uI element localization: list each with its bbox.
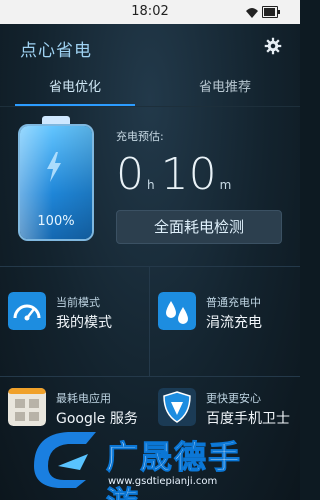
hours-unit: h <box>147 178 155 192</box>
security-app-title: 更快更安心 <box>206 392 261 405</box>
tab-power-recommend[interactable]: 省电推荐 <box>150 72 300 106</box>
gear-icon[interactable] <box>264 37 282 55</box>
status-battery-icon <box>262 6 280 18</box>
battery-percent: 100% <box>37 214 75 229</box>
brand-name: 广晟德手游 <box>106 438 243 500</box>
brand-site: www.gsdtiepianji.com <box>108 476 218 487</box>
status-bar: 18:02 <box>0 0 300 24</box>
wifi-icon <box>246 8 258 18</box>
tab-power-optimize[interactable]: 省电优化 <box>0 72 150 106</box>
current-mode-value: 我的模式 <box>56 315 112 331</box>
full-power-check-button[interactable]: 全面耗电检测 <box>116 210 282 244</box>
tab-bar: 省电优化 省电推荐 <box>0 72 300 106</box>
charge-estimate-label: 充电预估: <box>116 130 164 143</box>
brand-watermark: 广晟德手游 www.gsdtiepianji.com <box>28 418 272 500</box>
section-divider <box>0 266 300 267</box>
charging-mode-title: 普通充电中 <box>206 296 261 309</box>
hours-value: 0 <box>116 149 144 200</box>
charging-mode-card[interactable]: 普通充电中 涓流充电 <box>150 280 300 340</box>
brand-logo-icon <box>34 432 96 488</box>
battery-cap <box>42 116 70 124</box>
power-saver-screen: 18:02 点心省电 省电优化 省电推荐 100% 充电预估: 0 h 10 m… <box>0 0 300 500</box>
water-drops-icon <box>158 292 196 330</box>
app-title: 点心省电 <box>20 41 92 61</box>
lightning-bolt-icon <box>47 152 61 182</box>
minutes-value: 10 <box>160 149 217 200</box>
app-header: 点心省电 <box>0 24 300 68</box>
current-mode-title: 当前模式 <box>56 296 100 309</box>
tabs-divider <box>0 106 300 107</box>
charge-estimate-time: 0 h 10 m <box>116 150 296 200</box>
minutes-unit: m <box>219 178 232 192</box>
current-mode-card[interactable]: 当前模式 我的模式 <box>0 280 150 340</box>
charging-mode-value: 涓流充电 <box>206 315 262 331</box>
top-app-title: 最耗电应用 <box>56 392 111 405</box>
speedometer-icon <box>8 292 46 330</box>
